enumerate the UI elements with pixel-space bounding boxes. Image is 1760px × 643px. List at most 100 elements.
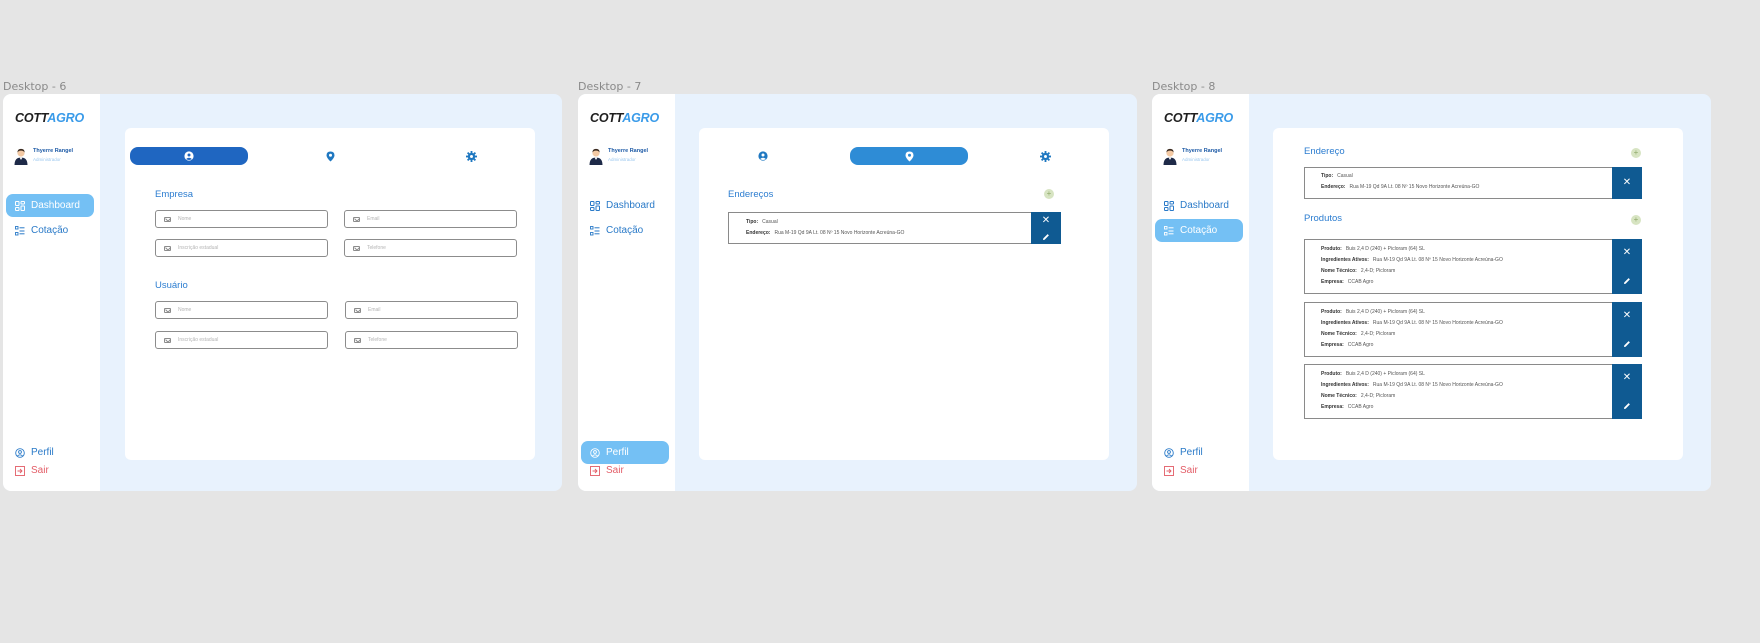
empresa-nome-field[interactable]: Nome	[155, 210, 328, 228]
nav-cotacao[interactable]: Cotação	[581, 219, 669, 242]
nav-sair[interactable]: Sair	[1155, 459, 1243, 482]
usuario-title: Usuário	[155, 280, 188, 291]
brand-logo[interactable]: COTTAGRO	[1164, 111, 1233, 125]
close-icon[interactable]: ✕	[1623, 248, 1631, 258]
tab-user[interactable]	[704, 147, 822, 165]
endereco-label: Endereço:	[746, 230, 771, 236]
product-name: Produto: Buis 2,4 D (240) + Picloram (64)…	[1321, 309, 1425, 315]
close-icon[interactable]: ✕	[1623, 373, 1631, 383]
empresa-value: CCAB Agro	[1347, 342, 1374, 348]
enderecos-title: Endereços	[728, 189, 774, 200]
empresa-label: Empresa:	[1321, 279, 1344, 285]
pencil-icon[interactable]	[1623, 277, 1631, 285]
mail-icon	[164, 307, 171, 313]
produto-value: Buis 2,4 D (240) + Picloram (64) SL	[1345, 246, 1425, 252]
avatar	[14, 148, 28, 165]
produto-value: Buis 2,4 D (240) + Picloram (64) SL	[1345, 309, 1425, 315]
frame-label: Desktop - 6	[3, 80, 67, 93]
tecnico-value: 2,4-D; Picloram	[1360, 331, 1396, 337]
address-tipo: Tipo: Casual	[746, 219, 778, 225]
avatar	[589, 148, 603, 165]
nav-sair[interactable]: Sair	[581, 459, 669, 482]
list-icon	[590, 225, 600, 236]
brand-logo[interactable]: COTTAGRO	[15, 111, 84, 125]
tab-bar	[704, 147, 1104, 165]
usuario-email-field[interactable]: Email	[345, 301, 518, 319]
nav-dashboard[interactable]: Dashboard	[581, 194, 669, 217]
usuario-nome-field[interactable]: Nome	[155, 301, 328, 319]
field-placeholder: Telefone	[367, 245, 386, 251]
empresa-label: Empresa:	[1321, 404, 1344, 410]
address-actions: ✕	[1031, 212, 1061, 244]
tab-bar	[130, 147, 530, 165]
frame-label: Desktop - 7	[578, 80, 642, 93]
close-icon[interactable]: ✕	[1623, 178, 1631, 188]
nav-sair[interactable]: Sair	[6, 459, 94, 482]
mail-icon	[354, 337, 361, 343]
user-profile[interactable]: Thyerre Rangel Administrador	[588, 147, 673, 167]
tab-location[interactable]	[271, 147, 389, 165]
field-placeholder: Inscrição estadual	[178, 245, 219, 251]
endereco-value: Rua M-19 Qd 9A Lt. 08 Nº 15 Novo Horizon…	[774, 230, 905, 236]
product-ingredientes: Ingredientes Ativos: Rua M-19 Qd 9A Lt. 0…	[1321, 382, 1503, 388]
nav-cotacao-label: Cotação	[31, 225, 69, 236]
tab-user[interactable]	[130, 147, 248, 165]
user-profile[interactable]: Thyerre Rangel Administrador	[1162, 147, 1247, 167]
tab-settings[interactable]	[986, 147, 1104, 165]
address-endereco: Endereço: Rua M-19 Qd 9A Lt. 08 Nº 15 Nov…	[746, 230, 904, 236]
plus-icon: +	[1046, 189, 1052, 198]
user-profile[interactable]: Thyerre Rangel Administrador	[13, 147, 98, 167]
product-ingredientes: Ingredientes Ativos: Rua M-19 Qd 9A Lt. 0…	[1321, 320, 1503, 326]
sidebar: COTTAGRO Thyerre Rangel Administrador Da…	[3, 94, 100, 491]
empresa-email-field[interactable]: Email	[344, 210, 517, 228]
produto-label: Produto:	[1321, 371, 1342, 377]
nav-perfil-label: Perfil	[31, 447, 54, 458]
tab-location[interactable]	[850, 147, 968, 165]
pencil-icon[interactable]	[1623, 340, 1631, 348]
logo-part-2: AGRO	[1196, 111, 1233, 125]
nav-dashboard-label: Dashboard	[31, 200, 80, 211]
list-icon	[1164, 225, 1174, 236]
ingredientes-label: Ingredientes Ativos:	[1321, 257, 1369, 263]
tecnico-label: Nome Técnico:	[1321, 268, 1357, 274]
logo-part-1: COTT	[1164, 111, 1197, 125]
add-product-button[interactable]: +	[1631, 215, 1641, 225]
add-address-button[interactable]: +	[1044, 189, 1054, 199]
nav-cotacao[interactable]: Cotação	[6, 219, 94, 242]
content-card: Endereços + Tipo: Casual Endereço: Rua M-1…	[699, 128, 1109, 460]
close-icon[interactable]: ✕	[1042, 215, 1050, 226]
ingredientes-label: Ingredientes Ativos:	[1321, 320, 1369, 326]
field-placeholder: Email	[368, 307, 381, 313]
nav-sair-label: Sair	[1180, 465, 1198, 476]
field-placeholder: Email	[367, 216, 380, 222]
pencil-icon[interactable]	[1042, 233, 1050, 241]
desktop-6-frame: COTTAGRO Thyerre Rangel Administrador Da…	[3, 94, 562, 491]
tab-settings[interactable]	[412, 147, 530, 165]
user-circle-icon	[590, 447, 600, 458]
brand-logo[interactable]: COTTAGRO	[590, 111, 659, 125]
nav-cotacao[interactable]: Cotação	[1155, 219, 1243, 242]
close-icon[interactable]: ✕	[1623, 311, 1631, 321]
map-pin-icon	[905, 151, 913, 161]
empresa-telefone-field[interactable]: Telefone	[344, 239, 517, 257]
logo-part-2: AGRO	[622, 111, 659, 125]
field-placeholder: Nome	[178, 216, 192, 222]
usuario-telefone-field[interactable]: Telefone	[345, 331, 518, 349]
product-empresa: Empresa: CCAB Agro	[1321, 279, 1373, 285]
add-address-button[interactable]: +	[1631, 148, 1641, 158]
empresa-inscricao-field[interactable]: Inscrição estadual	[155, 239, 328, 257]
address-tipo: Tipo: Casual	[1321, 173, 1353, 179]
nav-dashboard[interactable]: Dashboard	[6, 194, 94, 217]
map-pin-icon	[326, 151, 334, 161]
mail-icon	[354, 307, 361, 313]
tecnico-value: 2,4-D; Picloram	[1360, 268, 1396, 274]
tipo-label: Tipo:	[746, 219, 759, 225]
pencil-icon[interactable]	[1623, 402, 1631, 410]
ingredientes-label: Ingredientes Ativos:	[1321, 382, 1369, 388]
nav-dashboard[interactable]: Dashboard	[1155, 194, 1243, 217]
nav-sair-label: Sair	[606, 465, 624, 476]
produto-label: Produto:	[1321, 246, 1342, 252]
content-card: Empresa Nome Email Inscrição estadual Te…	[125, 128, 535, 460]
product-item: Produto: Buis 2,4 D (240) + Picloram (64)…	[1304, 239, 1642, 294]
usuario-inscricao-field[interactable]: Inscrição estadual	[155, 331, 328, 349]
